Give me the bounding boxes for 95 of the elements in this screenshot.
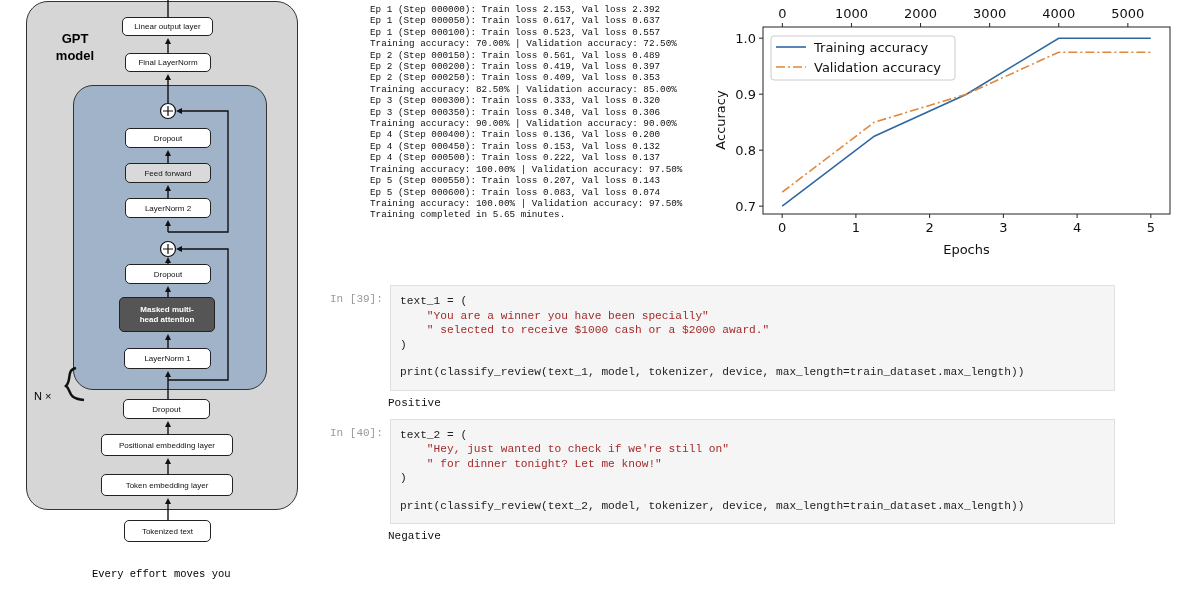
arrow <box>165 220 171 233</box>
y-tick: 0.8 <box>735 143 764 159</box>
x-tick-label: 3 <box>999 220 1008 235</box>
log-line: Ep 2 (Step 000150): Train loss 0.561, Val loss 0.489 <box>370 49 662 62</box>
arrow <box>165 498 171 521</box>
x-tick-label: 2 <box>925 220 934 235</box>
x-tick-label: 5 <box>1146 220 1155 235</box>
y-tick-label: 0.7 <box>735 199 756 215</box>
diagram-title: GPT model <box>54 30 96 64</box>
layer-block: Final LayerNorm <box>125 53 211 72</box>
log-line: Ep 1 (Step 000100): Train loss 0.523, Val loss 0.557 <box>370 26 662 39</box>
code-cell[interactable]: text_2 = ( "Hey, just wanted to check if we're still on" " for dinner tonight? Let me know!" ) print(classify_review(text_2, model, tokenizer, device, max_length=train_dataset.max_length)) <box>390 418 1115 524</box>
connector-line <box>167 0 169 18</box>
code-cell[interactable] <box>390 285 1115 391</box>
log-line: Training accuracy: 90.00% | Validation accuracy: 90.00% <box>370 118 678 130</box>
log-line: Ep 3 (Step 000350): Train loss 0.340, Val loss 0.306 <box>370 106 662 119</box>
legend-label: Validation accuracy <box>814 60 942 75</box>
code-line: text_1 = ( <box>400 294 469 309</box>
log-line: Ep 5 (Step 000550): Train loss 0.207, Val loss 0.143 <box>370 175 662 187</box>
layer-block: Masked multi-head attention <box>119 297 215 332</box>
x-tick-label: 1 <box>851 220 861 235</box>
log-line: Ep 2 (Step 000250): Train loss 0.409, Val loss 0.353 <box>370 72 662 84</box>
input-text: Every effort moves you <box>92 568 231 580</box>
arrow <box>165 257 171 265</box>
y-tick-label: 0.9 <box>735 87 756 103</box>
log-line: Ep 4 (Step 000400): Train loss 0.136, Val loss 0.200 <box>370 129 662 141</box>
arrow <box>165 150 171 164</box>
layer-block: LayerNorm 1 <box>124 348 211 369</box>
y-tick-label: 0.8 <box>735 143 756 159</box>
log-line: Ep 5 (Step 000600): Train loss 0.083, Val loss 0.074 <box>370 186 662 198</box>
x-tick-label: 4 <box>1072 220 1082 235</box>
y-tick: 1.0 <box>735 31 764 47</box>
cell-output: Negative <box>388 530 442 542</box>
log-line: Ep 2 (Step 000200): Train loss 0.419, Val loss 0.397 <box>370 61 662 73</box>
x-tick: 2 <box>925 213 934 235</box>
log-line: Training accuracy: 70.00% | Validation accuracy: 72.50% <box>370 38 678 50</box>
legend-entry: Validation accuracy <box>775 60 941 75</box>
repeat-label: N × <box>34 390 52 402</box>
cell-prompt: In [40]: <box>330 425 384 441</box>
y-axis-label: Accuracy <box>713 90 728 150</box>
x-tick: 2000 <box>904 6 938 28</box>
code-line: "You are a winner you have been specially" <box>425 308 710 323</box>
layer-block: Token embedding layer <box>101 474 233 496</box>
y-tick: 0.9 <box>735 87 764 103</box>
x-tick-label: 0 <box>778 220 787 235</box>
code-line: print(classify_review(text_1, model, tokenizer, device, max_length=train_dataset.max_length)) <box>400 365 1026 380</box>
layer-block: Dropout <box>125 264 211 284</box>
arrow <box>165 185 171 199</box>
x-tick: 0 <box>778 6 787 28</box>
arrow <box>165 286 171 298</box>
layer-block: Linear output layer <box>122 17 213 36</box>
arrow <box>165 421 171 435</box>
code-line: ) <box>400 471 408 486</box>
cell-prompt: In [39]: <box>330 292 384 307</box>
layer-block: Feed forward <box>125 163 211 183</box>
log-line: Ep 3 (Step 000300): Train loss 0.333, Val loss 0.320 <box>370 95 662 107</box>
y-tick: 0.7 <box>735 199 764 215</box>
x-tick: 1 <box>851 213 861 235</box>
code-line: text_2 = ( <box>400 427 469 442</box>
layer-block: Dropout <box>125 128 211 148</box>
x-tick: 0 <box>778 213 787 235</box>
x-tick: 4000 <box>1042 6 1076 28</box>
code-line: print(classify_review(text_2, model, tokenizer, device, max_length=train_dataset.max_length)) <box>400 498 1026 513</box>
x-tick: 5 <box>1146 213 1155 235</box>
code-line: ) <box>400 337 408 352</box>
log-line: Ep 1 (Step 000050): Train loss 0.617, Val loss 0.637 <box>370 15 662 27</box>
x-tick: 3 <box>999 213 1008 235</box>
x-tick: 5000 <box>1111 6 1145 28</box>
layer-block: Dropout <box>123 399 210 419</box>
x-axis-label: Epochs <box>943 242 990 257</box>
x-tick: 1000 <box>834 6 868 28</box>
arrow <box>165 334 171 349</box>
layer-block: LayerNorm 2 <box>125 198 211 218</box>
legend-entry: Training accuracy <box>775 40 929 55</box>
legend-label: Training accuracy <box>813 40 929 55</box>
log-line: Training completed in 5.65 minutes. <box>370 209 567 221</box>
code-line: " for dinner tonight? Let me know!" <box>425 456 663 471</box>
arrow <box>165 371 171 400</box>
log-line: Ep 4 (Step 000500): Train loss 0.222, Val loss 0.137 <box>370 152 662 164</box>
layer-block: Tokenized text <box>124 520 211 542</box>
log-line: Training accuracy: 82.50% | Validation accuracy: 85.00% <box>370 83 678 96</box>
y-tick-label: 1.0 <box>735 31 756 47</box>
code-line: " selected to receive $1000 cash or a $2000 award." <box>425 323 771 338</box>
code-line: "Hey, just wanted to check if we're still on" <box>425 442 730 457</box>
x-tick: 3000 <box>973 6 1007 28</box>
arrow <box>165 38 171 54</box>
log-line: Training accuracy: 100.00% | Validation accuracy: 97.50% <box>370 197 684 210</box>
layer-block: Positional embedding layer <box>101 434 233 456</box>
log-line: Ep 4 (Step 000450): Train loss 0.153, Val loss 0.132 <box>370 140 662 153</box>
arrow <box>165 458 171 475</box>
brace-icon <box>64 366 85 402</box>
x-tick: 4 <box>1072 213 1082 235</box>
cell-output: Positive <box>388 396 442 409</box>
log-line: Ep 1 (Step 000000): Train loss 2.153, Val loss 2.392 <box>370 4 662 16</box>
log-line: Training accuracy: 100.00% | Validation accuracy: 97.50% <box>370 163 684 176</box>
